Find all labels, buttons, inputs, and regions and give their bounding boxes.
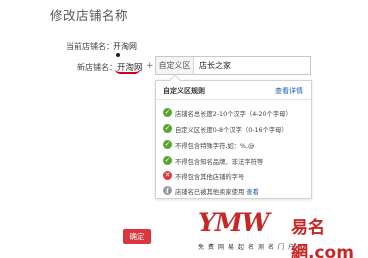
rule-text: 店铺名总长度2-10个汉字（4-20个字母） (175, 111, 292, 118)
cursor-dot-icon (116, 53, 120, 57)
rule-text: 店铺名已被其他卖家使用 查看 (175, 187, 259, 196)
rule-text: 自定义区长度0-8个汉字（0-16个字母） (175, 127, 288, 134)
custom-name-input[interactable] (196, 57, 308, 74)
new-name-label: 新店铺名： (77, 63, 117, 72)
current-name-value: 开淘网 (113, 42, 137, 51)
watermark-logo: YMW 易名網.com 免费网易起名测名门户 (198, 206, 366, 258)
popover-title: 自定义区规则 (163, 87, 205, 95)
plus-sign: + (146, 61, 154, 71)
custom-name-field[interactable]: 自定义区 (155, 56, 311, 75)
rules-popover: 自定义区规则 查看详情 ✓ 店铺名总长度2-10个汉字（4-20个字母） ✓ 自… (155, 74, 312, 199)
check-icon: ✓ (163, 108, 172, 117)
rule-text-main: 店铺名已被其他卖家使用 (175, 189, 245, 196)
current-name-label: 当前店铺名： (66, 42, 114, 51)
rule-text: 不得包含知名品牌、非法字符等 (175, 159, 264, 166)
custom-area-addon: 自定义区 (156, 57, 194, 74)
view-details-link[interactable]: 查看详情 (275, 86, 303, 96)
info-icon: i (163, 186, 172, 195)
watermark-domain: .com (308, 243, 354, 258)
check-icon: ✓ (163, 140, 172, 149)
check-icon: ✓ (163, 124, 172, 133)
fixed-part-underline (115, 69, 140, 74)
watermark-latin: YMW (198, 208, 270, 237)
confirm-button[interactable]: 确定 (123, 229, 151, 244)
cross-icon: ✕ (163, 171, 172, 180)
rule-text: 不得包含其他店铺的字号 (175, 174, 245, 181)
watermark-chinese: 易名網.com (291, 213, 366, 258)
view-link[interactable]: 查看 (246, 189, 259, 196)
watermark-tagline: 免费网易起名测名门户 (198, 244, 299, 251)
page-title: 修改店铺名称 (50, 8, 129, 23)
popover-header: 自定义区规则 查看详情 (156, 81, 311, 100)
check-icon: ✓ (163, 156, 172, 165)
rule-text: 不得包含特殊字符,如：%,@ (175, 143, 255, 150)
